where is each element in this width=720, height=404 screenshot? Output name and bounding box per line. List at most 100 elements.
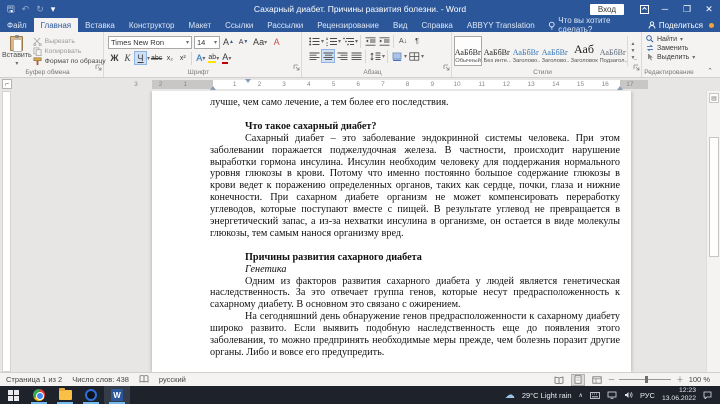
undo-icon[interactable]: ↶: [22, 4, 30, 14]
paragraph-dialog-launcher-icon[interactable]: [443, 58, 450, 76]
paragraph-italic[interactable]: Генетика: [210, 264, 620, 276]
redo-icon[interactable]: ↻: [36, 4, 44, 14]
vertical-scrollbar[interactable]: ▤: [706, 91, 720, 372]
zoom-out-button[interactable]: ─: [609, 375, 614, 384]
scrollbar-thumb[interactable]: [709, 137, 719, 257]
action-center-icon[interactable]: [703, 391, 712, 399]
bold-button[interactable]: Ж: [108, 51, 121, 65]
font-size-combobox[interactable]: 14 ▾: [194, 35, 220, 49]
styles-scroll-up-icon[interactable]: ▲: [631, 41, 636, 47]
page-indicator[interactable]: Страница 1 из 2: [6, 375, 62, 384]
clear-formatting-button[interactable]: А: [270, 35, 283, 49]
paragraph-heading[interactable]: Причины развития сахарного диабета: [210, 252, 620, 264]
tab-Вставка[interactable]: Вставка: [78, 18, 122, 32]
superscript-button[interactable]: х²: [176, 51, 189, 65]
tab-Ссылки[interactable]: Ссылки: [218, 18, 260, 32]
horizontal-ruler[interactable]: 3 2 1 1 2 3 4 5 6 7 8 9 10 11 12 13 14 15 16 17: [134, 79, 648, 90]
zoom-slider-thumb[interactable]: [645, 376, 649, 383]
paragraph-spacer[interactable]: [210, 240, 620, 252]
justify-button[interactable]: [349, 49, 363, 63]
tell-me-box[interactable]: Что вы хотите сделать?: [542, 16, 648, 34]
style-card-5[interactable]: АаБбВг Подзагол...: [599, 36, 627, 66]
tab-Справка[interactable]: Справка: [414, 18, 459, 32]
replace-button[interactable]: Заменить: [646, 44, 702, 52]
paragraph-heading[interactable]: Что такое сахарный диабет?: [210, 121, 620, 133]
first-line-indent-marker[interactable]: [245, 79, 251, 83]
copy-button[interactable]: Копировать: [32, 47, 106, 56]
zoom-level[interactable]: 100 %: [689, 375, 710, 384]
proofing-icon[interactable]: [139, 375, 149, 384]
find-button[interactable]: Найти ▾: [646, 35, 702, 43]
zoom-in-button[interactable]: ＋: [676, 374, 684, 385]
paragraph-body[interactable]: Сахарный диабет – это заболевание эндокр…: [210, 133, 620, 240]
select-button[interactable]: Выделить ▾: [646, 53, 702, 61]
styles-dialog-launcher-icon[interactable]: [633, 58, 640, 76]
tab-Вид[interactable]: Вид: [386, 18, 414, 32]
style-card-4[interactable]: Ааб Заголовок: [570, 36, 598, 66]
underline-button[interactable]: Ч: [134, 51, 147, 65]
print-layout-icon[interactable]: [570, 373, 585, 386]
paragraph-spacer[interactable]: [210, 109, 620, 121]
taskbar-app[interactable]: [78, 386, 104, 404]
paragraph-body[interactable]: Одним из факторов развития сахарного диа…: [210, 276, 620, 312]
tray-expand-icon[interactable]: ∧: [579, 392, 583, 399]
sign-in-button[interactable]: Вход: [589, 3, 624, 15]
paste-dropdown-icon[interactable]: ▾: [15, 60, 18, 67]
tab-Макет[interactable]: Макет: [181, 18, 218, 32]
highlight-color-button[interactable]: ab ▾: [207, 51, 220, 65]
font-color-button[interactable]: А ▾: [220, 51, 233, 65]
italic-button[interactable]: К: [121, 51, 134, 65]
document-text[interactable]: лучше, чем само лечение, а тем более его…: [152, 91, 631, 359]
clipboard-dialog-launcher-icon[interactable]: [95, 58, 102, 76]
text-effects-button[interactable]: А ▾: [194, 51, 207, 65]
network-icon[interactable]: [607, 391, 617, 399]
font-dialog-launcher-icon[interactable]: [293, 58, 300, 76]
sort-button[interactable]: А↓: [396, 34, 410, 48]
tab-Рассылки[interactable]: Рассылки: [260, 18, 310, 32]
grow-font-button[interactable]: А ▲: [222, 35, 235, 49]
style-card-1[interactable]: АаБбВг Без инте...: [483, 36, 511, 66]
decrease-indent-button[interactable]: [363, 34, 377, 48]
start-button[interactable]: [0, 386, 26, 404]
weather-text[interactable]: 29°C Light rain: [522, 391, 572, 400]
web-layout-icon[interactable]: [590, 374, 604, 386]
close-button[interactable]: ✕: [698, 0, 720, 18]
style-card-2[interactable]: АаБбВг Заголово...: [512, 36, 540, 66]
tab-Конструктор[interactable]: Конструктор: [122, 18, 182, 32]
left-indent-marker[interactable]: [210, 86, 216, 90]
cut-button[interactable]: Вырезать: [32, 37, 106, 46]
paste-button[interactable]: Вставить ▾: [2, 34, 32, 67]
language-switch[interactable]: РУС: [640, 391, 655, 400]
taskbar-chrome[interactable]: [26, 386, 52, 404]
style-card-3[interactable]: АаБбВг Заголово...: [541, 36, 569, 66]
shrink-font-button[interactable]: А ▼: [237, 35, 250, 49]
language-indicator[interactable]: русский: [159, 375, 186, 384]
numbering-button[interactable]: [324, 34, 338, 48]
maximize-button[interactable]: ❐: [676, 0, 698, 18]
show-formatting-marks-button[interactable]: ¶: [410, 34, 424, 48]
share-button[interactable]: Поделиться: [648, 21, 703, 30]
clock[interactable]: 12:23 13.06.2022: [662, 387, 696, 403]
volume-icon[interactable]: [624, 391, 633, 399]
tab-Главная[interactable]: Главная: [33, 18, 79, 32]
multilevel-list-button[interactable]: [341, 34, 355, 48]
style-card-0[interactable]: АаБбВг Обычный: [454, 36, 482, 66]
borders-button[interactable]: [407, 49, 421, 63]
tab-selector[interactable]: ⌐: [2, 79, 12, 89]
ruler-toggle-icon[interactable]: ▤: [709, 93, 719, 103]
zoom-slider[interactable]: [619, 376, 672, 383]
tab-Рецензирование[interactable]: Рецензирование: [310, 18, 386, 32]
align-right-button[interactable]: [335, 49, 349, 63]
subscript-button[interactable]: х₂: [163, 51, 176, 65]
vertical-ruler[interactable]: [2, 91, 11, 372]
paragraph-noindent[interactable]: лучше, чем само лечение, а тем более его…: [210, 97, 620, 109]
touch-keyboard-icon[interactable]: [590, 391, 600, 399]
shading-button[interactable]: [390, 49, 404, 63]
font-family-combobox[interactable]: Times New Ron ▾: [108, 35, 192, 49]
collapse-ribbon-icon[interactable]: ⌃: [707, 67, 713, 75]
paragraph-body[interactable]: На сегодняшний день обнаружение генов пр…: [210, 311, 620, 359]
line-spacing-button[interactable]: [368, 49, 382, 63]
bullets-button[interactable]: [307, 34, 321, 48]
minimize-button[interactable]: ─: [654, 0, 676, 18]
taskbar-file-explorer[interactable]: [52, 386, 78, 404]
